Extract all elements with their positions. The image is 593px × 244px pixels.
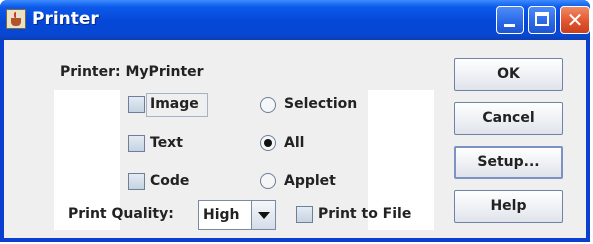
all-radio[interactable] [260, 135, 276, 151]
close-icon: ✕ [566, 8, 584, 32]
printer-dialog-window: Printer ✕ Printer: MyPrinter Image Text … [0, 0, 590, 242]
print-to-file-label: Print to File [318, 206, 412, 222]
maximize-icon [535, 12, 549, 26]
java-cup-icon [6, 9, 26, 29]
printer-label: Printer: MyPrinter [60, 64, 204, 80]
print-quality-combobox[interactable]: High [198, 200, 276, 230]
selection-radio-label: Selection [284, 96, 358, 112]
image-checkbox-label: Image [150, 96, 199, 112]
dialog-content: Printer: MyPrinter Image Text Code Selec… [4, 40, 586, 238]
applet-radio-label: Applet [284, 173, 336, 189]
title-bar[interactable]: Printer ✕ [0, 0, 590, 40]
minimize-button[interactable] [496, 6, 524, 34]
help-button[interactable]: Help [454, 190, 563, 223]
cancel-button[interactable]: Cancel [454, 102, 563, 135]
code-checkbox-label: Code [150, 173, 190, 189]
all-radio-label: All [284, 135, 305, 151]
minimize-icon [504, 24, 515, 27]
radio-selected-dot [264, 139, 272, 147]
text-checkbox[interactable] [128, 135, 145, 152]
maximize-button[interactable] [528, 6, 556, 34]
selection-radio[interactable] [260, 97, 276, 113]
print-quality-label: Print Quality: [68, 206, 174, 222]
text-checkbox-label: Text [150, 135, 183, 151]
code-checkbox[interactable] [128, 173, 145, 190]
close-button[interactable]: ✕ [560, 6, 590, 34]
ok-button[interactable]: OK [454, 58, 563, 91]
applet-radio[interactable] [260, 173, 276, 189]
chevron-down-icon [258, 212, 270, 219]
image-checkbox[interactable] [128, 96, 145, 113]
setup-button[interactable]: Setup... [454, 146, 563, 179]
print-quality-value: High [203, 207, 240, 223]
window-title: Printer [32, 9, 99, 29]
dropdown-arrow-button[interactable] [251, 201, 275, 229]
print-to-file-checkbox[interactable] [296, 206, 313, 223]
